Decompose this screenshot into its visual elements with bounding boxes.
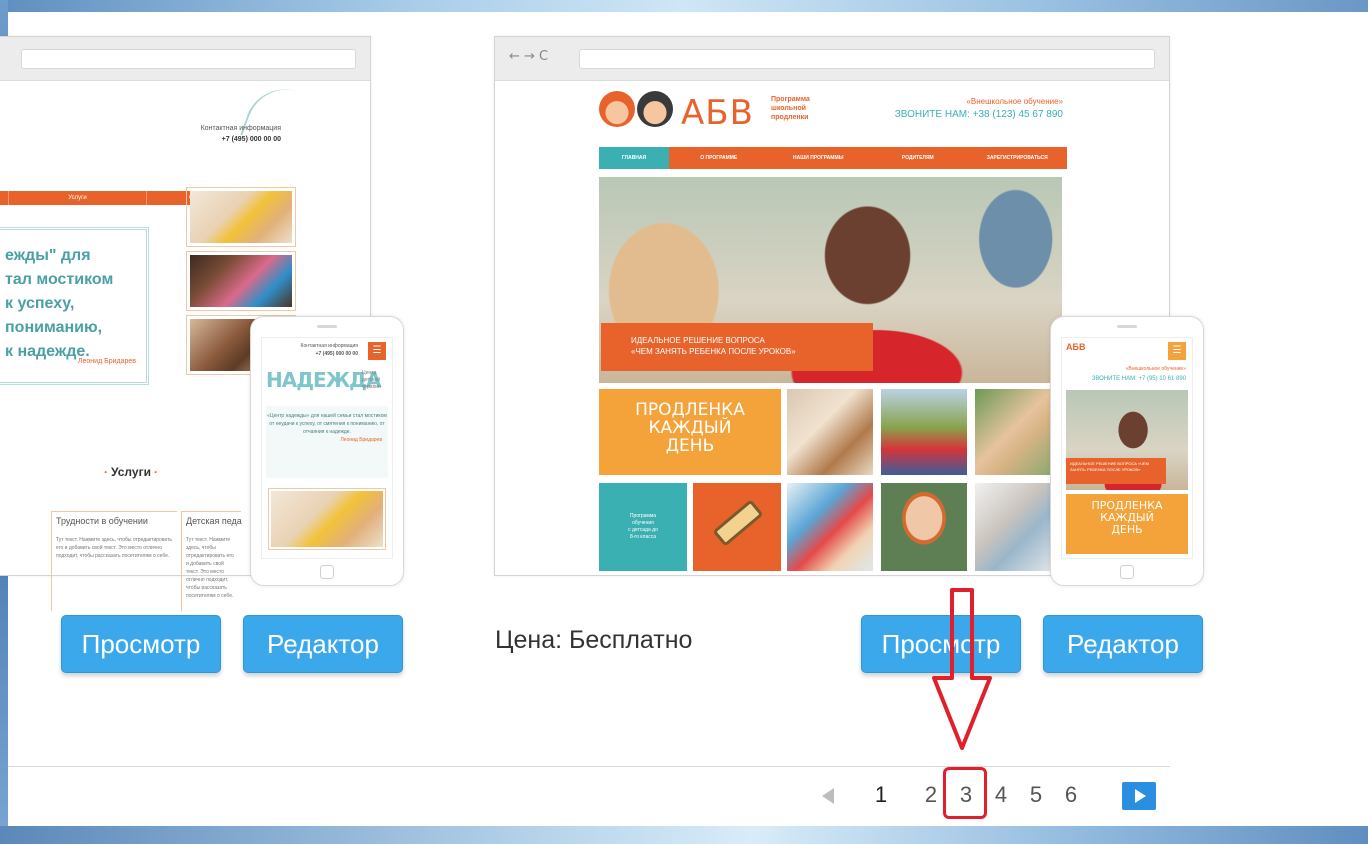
page-link-4[interactable]: 4	[990, 778, 1012, 812]
page-link-6[interactable]: 6	[1060, 778, 1082, 812]
mobile-screen: АБВ ☰ «Внешкольное обучение» ЗВОНИТЕ НАМ…	[1061, 337, 1193, 559]
photo-thumbnail	[268, 488, 386, 550]
phone-speaker	[1117, 325, 1137, 328]
hero-caption-line: ИДЕАЛЬНОЕ РЕШЕНИЕ ВОПРОСА	[631, 336, 765, 345]
photo-tile	[881, 389, 967, 475]
photo-tile	[881, 483, 967, 571]
address-bar	[21, 49, 356, 69]
photo-thumbnail	[186, 251, 296, 311]
page-link-2[interactable]: 2	[920, 778, 942, 812]
site-logo: АБВ	[681, 93, 754, 133]
contact-phone: ЗВОНИТЕ НАМ: +38 (123) 45 67 890	[894, 109, 1063, 120]
slogan: «Внешкольное обучение»	[966, 97, 1063, 106]
promo-tile: ПРОДЛЕНКА КАЖДЫЙ ДЕНЬ	[1066, 494, 1188, 554]
photo-thumbnail	[186, 187, 296, 247]
contact-phone: +7 (495) 000 00 00	[315, 351, 358, 357]
quote-line: к успеху,	[5, 295, 75, 312]
services-title: Услуги	[51, 465, 211, 479]
editor-button[interactable]: Редактор	[243, 615, 403, 673]
contact-label: Контактная информация	[200, 125, 281, 132]
window-frame-bottom	[0, 826, 1368, 844]
sandwich-tile	[693, 483, 781, 571]
promo-tile-line: КАЖДЫЙ	[648, 418, 732, 438]
view-button[interactable]: Просмотр	[61, 615, 221, 673]
logo-subtitle: Программа школьной продленки	[771, 95, 810, 122]
highlight-box-annotation	[943, 767, 987, 819]
quote-signature: Леонид Бридарев	[77, 358, 136, 365]
service-title: Трудности в обучении	[56, 516, 148, 526]
logo-subtitle-line: школьной	[771, 105, 806, 112]
pagination-divider	[8, 766, 1170, 767]
page-link-1[interactable]: 1	[870, 778, 892, 812]
hero-caption-line: «ЧЕМ ЗАНЯТЬ РЕБЕНКА ПОСЛЕ УРОКОВ»	[631, 347, 796, 356]
contact-phone: ЗВОНИТЕ НАМ: +7 (95) 10 61 890	[1091, 376, 1186, 382]
program-tile-line: с детсада до	[628, 527, 658, 533]
photo-tile	[787, 389, 873, 475]
mobile-screen: Контактная информация +7 (495) 000 00 00…	[261, 337, 393, 559]
browser-toolbar: ← → C	[495, 37, 1169, 81]
service-column: Детская педа Тут текст. Нажмите здесь, ч…	[181, 511, 242, 611]
service-text: Тут текст. Нажмите здесь, чтобы отредакт…	[186, 537, 234, 599]
program-tile-line: Программа	[629, 513, 657, 519]
nav-item: ГЛАВНАЯ	[599, 147, 669, 169]
quote-text: «Центр надежды» для нашей семьи стал мос…	[267, 413, 387, 435]
quote-line: ежды" для	[5, 247, 91, 264]
quote-signature: Леонид Бридарев	[340, 437, 382, 443]
quote-block: ежды" для тал мостиком к успеху, пониман…	[0, 227, 149, 385]
contact-label: Контактная информация	[300, 343, 358, 349]
logo-subtitle-line: Программа	[771, 96, 810, 103]
slogan: «Внешкольное обучение»	[1125, 366, 1186, 372]
photo-tile	[787, 483, 873, 571]
menu-icon: ☰	[368, 342, 386, 360]
photo-tile	[975, 483, 1062, 571]
price-label: Цена: Бесплатно	[495, 626, 693, 654]
site-nav: ГЛАВНАЯ О ПРОГРАММЕ НАШИ ПРОГРАММЫ РОДИТ…	[599, 147, 1067, 169]
service-text: Тут текст. Нажмите здесь, чтобы отредакт…	[56, 537, 172, 559]
logo-subtitle-line: продленки	[771, 114, 809, 121]
promo-tile-line: ПРОДЛЕНКА	[635, 400, 745, 420]
nav-item: НАШИ ПРОГРАММЫ	[792, 155, 844, 161]
phone-home-button	[320, 565, 334, 579]
nav-item: РОДИТЕЛЯМ	[901, 155, 934, 161]
service-column: Трудности в обучении Тут текст. Нажмите …	[51, 511, 177, 611]
program-tile: Программа обучения с детсада до 8-го кла…	[599, 483, 687, 571]
browser-toolbar	[0, 37, 370, 81]
photo-tile	[975, 389, 1062, 475]
play-right-icon[interactable]	[1122, 782, 1156, 810]
program-tile-line: обучения	[632, 520, 654, 526]
quote-line: тал мостиком	[5, 271, 114, 288]
page-link-5[interactable]: 5	[1025, 778, 1047, 812]
browser-nav-icons: ← → C	[509, 49, 549, 64]
nav-item: ЗАРЕГИСТРИРОВАТЬСЯ	[986, 155, 1048, 161]
triangle-left-icon[interactable]	[822, 788, 834, 804]
contact-info: Контактная информация +7 (495) 000 00 00	[181, 123, 281, 145]
quote-line: пониманию,	[5, 319, 103, 336]
quote-block: «Центр надежды» для нашей семьи стал мос…	[266, 406, 388, 478]
logo-subtitle: Центр детской терапии	[362, 370, 381, 390]
down-arrow-annotation-icon	[932, 588, 992, 750]
mobile-preview-2: АБВ ☰ «Внешкольное обучение» ЗВОНИТЕ НАМ…	[1050, 316, 1204, 586]
promo-tile-line: ДЕНЬ	[665, 436, 715, 456]
service-title: Детская педа	[186, 516, 242, 526]
phone-home-button	[1120, 565, 1134, 579]
hero-caption: ИДЕАЛЬНОЕ РЕШЕНИЕ ВОПРОСА «ЧЕМ ЗАНЯТЬ РЕ…	[601, 323, 873, 371]
nav-item: О ПРОГРАММЕ	[700, 155, 738, 161]
contact-phone: +7 (495) 000 00 00	[221, 136, 281, 143]
window-frame-top	[0, 0, 1368, 12]
menu-icon: ☰	[1168, 342, 1186, 360]
program-tile-line: 8-го класса	[629, 534, 657, 540]
phone-speaker	[317, 325, 337, 328]
promo-tile-line: ДЕНЬ	[1111, 523, 1143, 536]
promo-tile: ПРОДЛЕНКА КАЖДЫЙ ДЕНЬ	[599, 389, 781, 475]
hero-caption: ИДЕАЛЬНОЕ РЕШЕНИЕ ВОПРОСА «ЧЕМ ЗАНЯТЬ РЕ…	[1066, 458, 1166, 484]
address-bar	[579, 49, 1155, 69]
contact-info: Контактная информация +7 (495) 000 00 00	[268, 342, 358, 358]
editor-button[interactable]: Редактор	[1043, 615, 1203, 673]
mobile-preview-1: Контактная информация +7 (495) 000 00 00…	[250, 316, 404, 586]
site-logo: АБВ	[1066, 342, 1086, 352]
nav-item: Услуги	[9, 191, 147, 205]
